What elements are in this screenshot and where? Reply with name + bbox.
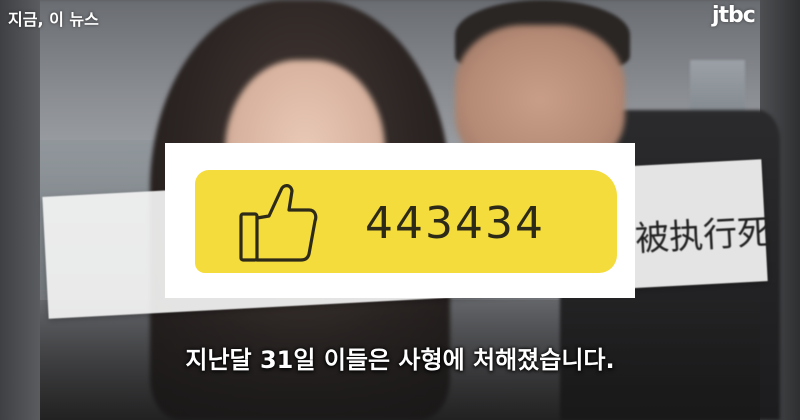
like-count: 443434 [365,198,545,249]
thumbs-up-icon [239,184,318,262]
channel-logo: jtbc [712,3,756,28]
like-card: 443434 [165,143,635,298]
subtitle-caption: 지난달 31일 이들은 사형에 처해졌습니다. [185,346,615,374]
program-label: 지금, 이 뉴스 [8,10,99,29]
video-frame: 지금, 이 뉴스 jtbc 被执行死 443434 지난달 31일 이들은 사형… [0,0,800,420]
comment-text: 被执行死 [634,212,773,260]
